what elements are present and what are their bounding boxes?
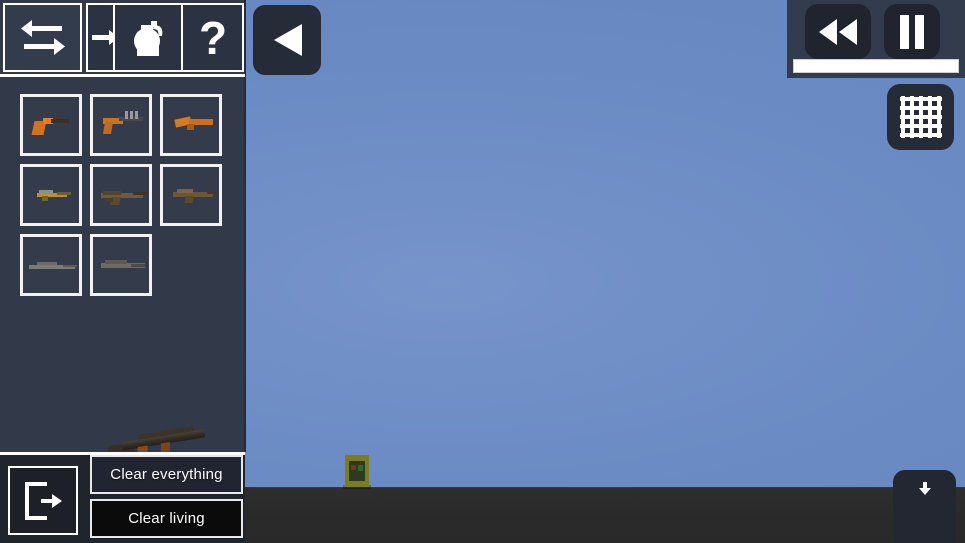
tab-help[interactable]: ?	[181, 3, 244, 72]
carbine-sprite	[23, 167, 79, 223]
rewind-button[interactable]	[805, 4, 871, 59]
assault-rifle-sprite	[93, 167, 149, 223]
app-root: ? Clear everything Clear living	[0, 0, 965, 543]
creature-entity[interactable]	[341, 455, 373, 489]
weapon-slot-4[interactable]	[20, 164, 82, 226]
machine-pistol-sprite	[93, 97, 149, 153]
exit-button[interactable]	[8, 466, 78, 535]
weapon-slot-6[interactable]	[160, 164, 222, 226]
weapon-slot-8[interactable]	[90, 234, 152, 296]
download-icon	[918, 482, 931, 495]
creature-eye-red	[351, 465, 356, 470]
tab-transfer[interactable]	[3, 3, 82, 72]
rewind-icon	[819, 18, 857, 45]
weapon-item-grid	[20, 94, 230, 296]
swap-arrows-icon	[20, 19, 65, 55]
pause-button[interactable]	[884, 4, 940, 59]
pistol-sprite	[23, 97, 79, 153]
play-left-icon	[274, 24, 302, 56]
grid-button[interactable]	[887, 84, 954, 150]
creature-inner	[349, 461, 365, 481]
grid-icon	[899, 96, 942, 138]
pause-icon	[900, 14, 924, 49]
creature-eye-green	[358, 465, 363, 471]
weapon-slot-3[interactable]	[160, 94, 222, 156]
clear-everything-button[interactable]: Clear everything	[90, 455, 243, 494]
battle-rifle-sprite	[163, 167, 219, 223]
exit-icon	[25, 481, 62, 520]
grenade-icon	[134, 20, 163, 56]
question-mark-icon: ?	[198, 14, 226, 62]
bottom-right-button[interactable]	[893, 470, 956, 543]
sawed-off-shotgun-sprite	[163, 97, 219, 153]
toolbar-underline	[0, 74, 245, 77]
weapon-slot-1[interactable]	[20, 94, 82, 156]
sniper-rifle-sprite	[23, 237, 79, 293]
weapon-slot-2[interactable]	[90, 94, 152, 156]
toolbar-underline-segment	[86, 74, 245, 76]
clear-living-button[interactable]: Clear living	[90, 499, 243, 538]
weapon-slot-7[interactable]	[20, 234, 82, 296]
sidebar-toolbar: ?	[0, 0, 245, 78]
heavy-rifle-sprite	[93, 237, 149, 293]
back-button[interactable]	[253, 5, 321, 75]
tab-grenade[interactable]	[113, 3, 185, 72]
clear-actions: Clear everything Clear living	[90, 455, 243, 543]
timeline-progress-bar[interactable]	[793, 59, 959, 73]
weapon-slot-5[interactable]	[90, 164, 152, 226]
svg-text:?: ?	[198, 14, 226, 62]
